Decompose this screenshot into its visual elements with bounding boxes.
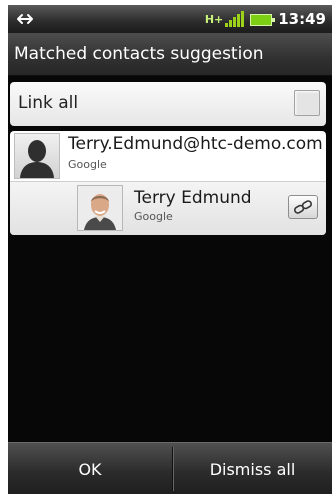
dialog-title-bar: Matched contacts suggestion [8, 33, 332, 76]
phone-screen: H+ 13:49 Matched contacts suggestion Lin… [8, 5, 332, 494]
link-all-label: Link all [18, 93, 79, 113]
page-title: Matched contacts suggestion [14, 44, 264, 64]
button-bar: OK Dismiss all [8, 442, 332, 494]
list-item[interactable]: Terry.Edmund@htc-demo.com Google [10, 131, 326, 182]
link-all-row[interactable]: Link all [10, 82, 326, 126]
default-person-icon [14, 133, 60, 179]
contact-account: Google [68, 158, 107, 171]
link-icon [294, 200, 312, 214]
link-button[interactable] [288, 195, 318, 219]
signal-strength-icon [225, 11, 245, 27]
usb-sync-icon [16, 11, 34, 30]
matched-contact-group: Terry.Edmund@htc-demo.com Google Terry E… [10, 131, 326, 235]
contact-name: Terry.Edmund@htc-demo.com [68, 134, 323, 154]
contact-account: Google [134, 210, 173, 223]
contact-photo [77, 185, 123, 231]
list-item[interactable]: Terry Edmund Google [10, 182, 326, 235]
battery-icon [250, 14, 276, 26]
status-bar: H+ 13:49 [8, 5, 332, 34]
ok-button[interactable]: OK [8, 443, 172, 494]
dismiss-all-button[interactable]: Dismiss all [173, 443, 332, 494]
status-time: 13:49 [278, 10, 326, 28]
contact-name: Terry Edmund [134, 188, 252, 208]
link-all-checkbox[interactable] [294, 90, 320, 116]
network-type-label: H+ [204, 12, 224, 26]
